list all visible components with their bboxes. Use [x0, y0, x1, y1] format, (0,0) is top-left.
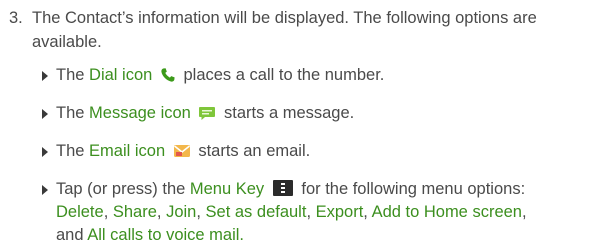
email-icon [173, 143, 191, 166]
bullet-text: starts a message. [219, 104, 355, 122]
bullet-text: The [56, 66, 90, 84]
separator: , [306, 203, 316, 221]
menu-key-icon [272, 180, 293, 196]
list-item-message: The Message icon starts a message. [42, 102, 608, 128]
step-text-line2: available. [32, 33, 102, 51]
step-text: The Contact’s information will be displa… [9, 6, 605, 54]
option-join: Join [166, 203, 197, 221]
step-number: 3. [9, 9, 23, 27]
bullet-text: Tap (or press) the [56, 180, 190, 198]
option-set-as-default: Set as default [205, 203, 307, 221]
step-3: 3. The Contact’s information will be dis… [9, 6, 605, 54]
list-item-menu: Tap (or press) the Menu Key for the foll… [42, 178, 608, 247]
options-list: The Dial icon places a call to the numbe… [42, 64, 608, 247]
option-export: Export [315, 203, 364, 221]
separator: , [363, 203, 372, 221]
message-icon [198, 105, 216, 128]
separator: , [196, 203, 206, 221]
separator: , [156, 203, 167, 221]
option-add-to-home-screen: Add to Home screen [371, 203, 522, 221]
menu-key-term: Menu Key [189, 180, 265, 198]
bullet-arrow-icon [42, 185, 48, 195]
bullet-text: for the following menu options: [296, 180, 526, 198]
step-text-line1: The Contact’s information will be displa… [32, 9, 537, 27]
separator: , [103, 203, 113, 221]
message-term: Message icon [89, 104, 191, 122]
bullet-text: places a call to the number. [178, 66, 385, 84]
bullet-text: The [56, 104, 90, 122]
list-item-dial: The Dial icon places a call to the numbe… [42, 64, 608, 90]
bullet-arrow-icon [42, 71, 48, 81]
dial-term: Dial icon [89, 66, 153, 84]
bullet-arrow-icon [42, 147, 48, 157]
separator: , [521, 203, 527, 221]
bullet-text: The [56, 142, 90, 160]
option-share: Share [112, 203, 157, 221]
option-delete: Delete [56, 203, 104, 221]
email-term: Email icon [89, 142, 166, 160]
bullet-text: starts an email. [193, 142, 311, 160]
phone-icon [160, 67, 176, 90]
bullet-arrow-icon [42, 109, 48, 119]
conjunction: and [56, 226, 88, 244]
option-all-calls-to-voice-mail: All calls to voice mail. [87, 226, 245, 244]
list-item-email: The Email icon starts an email. [42, 140, 608, 166]
